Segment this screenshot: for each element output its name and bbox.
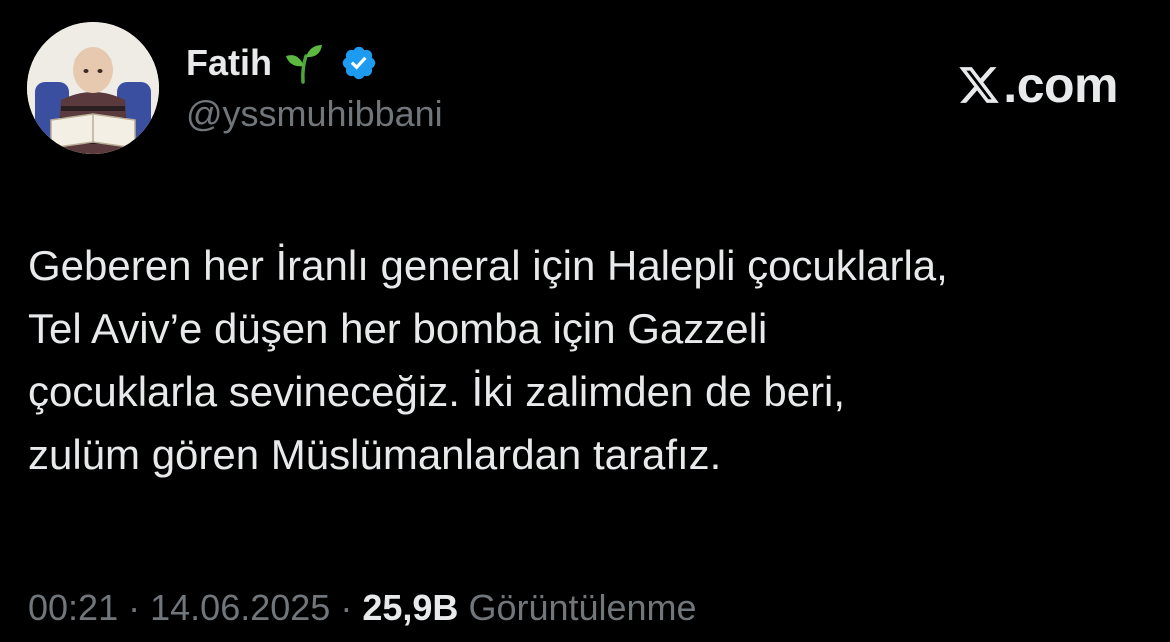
author-handle[interactable]: @yssmuhibbani [186,92,443,136]
meta-separator: · [340,587,353,628]
tweet-text: Geberen her İranlı general için Halepli … [28,234,1138,486]
avatar[interactable] [27,22,159,154]
views-count[interactable]: 25,9B [362,587,458,628]
tweet-text-line: Tel Aviv’e düşen her bomba için Gazzeli [28,305,768,352]
seedling-icon [282,42,324,84]
brand-watermark: .com [957,60,1118,110]
author-display-name[interactable]: Fatih [186,41,272,85]
tweet-time[interactable]: 00:21 [28,587,118,628]
tweet-text-line: Geberen her İranlı general için Halepli … [28,242,948,289]
brand-domain-suffix: .com [1003,57,1118,113]
tweet-text-line: çocuklarla sevineceğiz. İki zalimden de … [28,368,846,415]
tweet-date[interactable]: 14.06.2025 [150,587,330,628]
tweet-meta: 00:21 · 14.06.2025 · 25,9B Görüntülenme [28,584,697,632]
views-label[interactable]: Görüntülenme [468,587,696,628]
tweet-card: Fatih @yssmuhibbani .com Geberen her İra… [0,0,1170,642]
tweet-text-line: zulüm gören Müslümanlardan tarafız. [28,431,722,478]
verified-badge-icon[interactable] [340,44,378,82]
author-name-row: Fatih [186,38,378,88]
avatar-photo [27,22,159,154]
meta-separator: · [128,587,141,628]
x-logo-icon [957,63,1001,107]
